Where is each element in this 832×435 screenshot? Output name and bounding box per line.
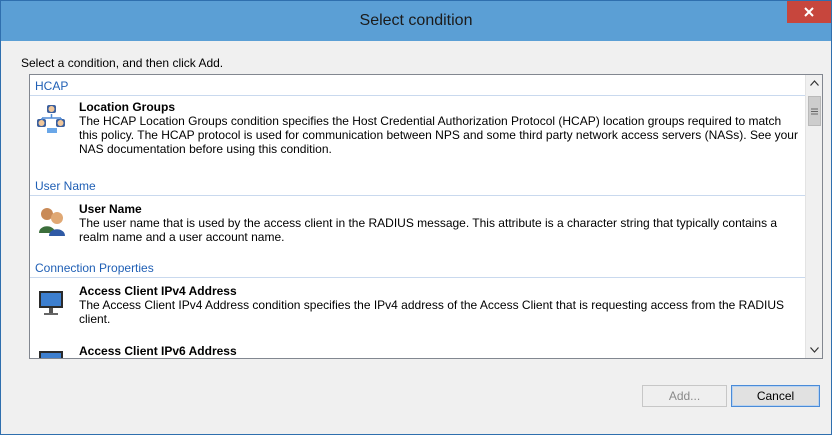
cancel-button[interactable]: Cancel bbox=[731, 385, 820, 407]
list-item-access-client-ipv6[interactable]: Access Client IPv6 Address bbox=[30, 341, 807, 358]
item-description: The user name that is used by the access… bbox=[79, 216, 778, 244]
list-item-location-groups[interactable]: Location Groups The HCAP Location Groups… bbox=[30, 97, 807, 179]
close-button[interactable] bbox=[787, 1, 831, 23]
item-title: Access Client IPv4 Address bbox=[79, 284, 237, 298]
item-description: The Access Client IPv4 Address condition… bbox=[79, 298, 785, 326]
conditions-list-content: HCAP Location Groups The HCAP Location G… bbox=[30, 75, 807, 358]
chevron-up-icon bbox=[809, 80, 819, 86]
item-description: The HCAP Location Groups condition speci… bbox=[79, 114, 798, 156]
computer-icon bbox=[39, 351, 63, 358]
item-title: Location Groups bbox=[79, 100, 175, 114]
group-divider bbox=[30, 277, 807, 278]
group-divider bbox=[30, 195, 807, 196]
title-bar[interactable]: Select condition bbox=[1, 1, 831, 41]
list-item-user-name[interactable]: User Name The user name that is used by … bbox=[30, 199, 807, 259]
instruction-text: Select a condition, and then click Add. bbox=[21, 56, 224, 70]
item-title: User Name bbox=[79, 202, 142, 216]
group-header-user-name: User Name bbox=[35, 179, 96, 193]
conditions-list[interactable]: HCAP Location Groups The HCAP Location G… bbox=[29, 74, 823, 359]
item-title: Access Client IPv6 Address bbox=[79, 344, 237, 358]
list-item-access-client-ipv4[interactable]: Access Client IPv4 Address The Access Cl… bbox=[30, 281, 807, 341]
window-title: Select condition bbox=[359, 12, 473, 29]
location-groups-icon bbox=[37, 105, 65, 133]
group-header-hcap: HCAP bbox=[35, 79, 69, 93]
scroll-up-button[interactable] bbox=[806, 75, 822, 91]
scroll-thumb[interactable] bbox=[808, 96, 821, 126]
group-divider bbox=[30, 95, 807, 96]
grip-icon bbox=[811, 108, 818, 114]
select-condition-dialog: Select condition Select a condition, and… bbox=[0, 0, 832, 435]
scroll-down-button[interactable] bbox=[806, 342, 822, 358]
chevron-down-icon bbox=[809, 347, 819, 353]
close-icon bbox=[804, 7, 814, 17]
group-header-connection-properties: Connection Properties bbox=[35, 261, 154, 275]
add-button[interactable]: Add... bbox=[642, 385, 727, 407]
vertical-scrollbar[interactable] bbox=[805, 75, 822, 358]
computer-icon bbox=[39, 291, 63, 315]
user-name-icon bbox=[39, 208, 65, 236]
